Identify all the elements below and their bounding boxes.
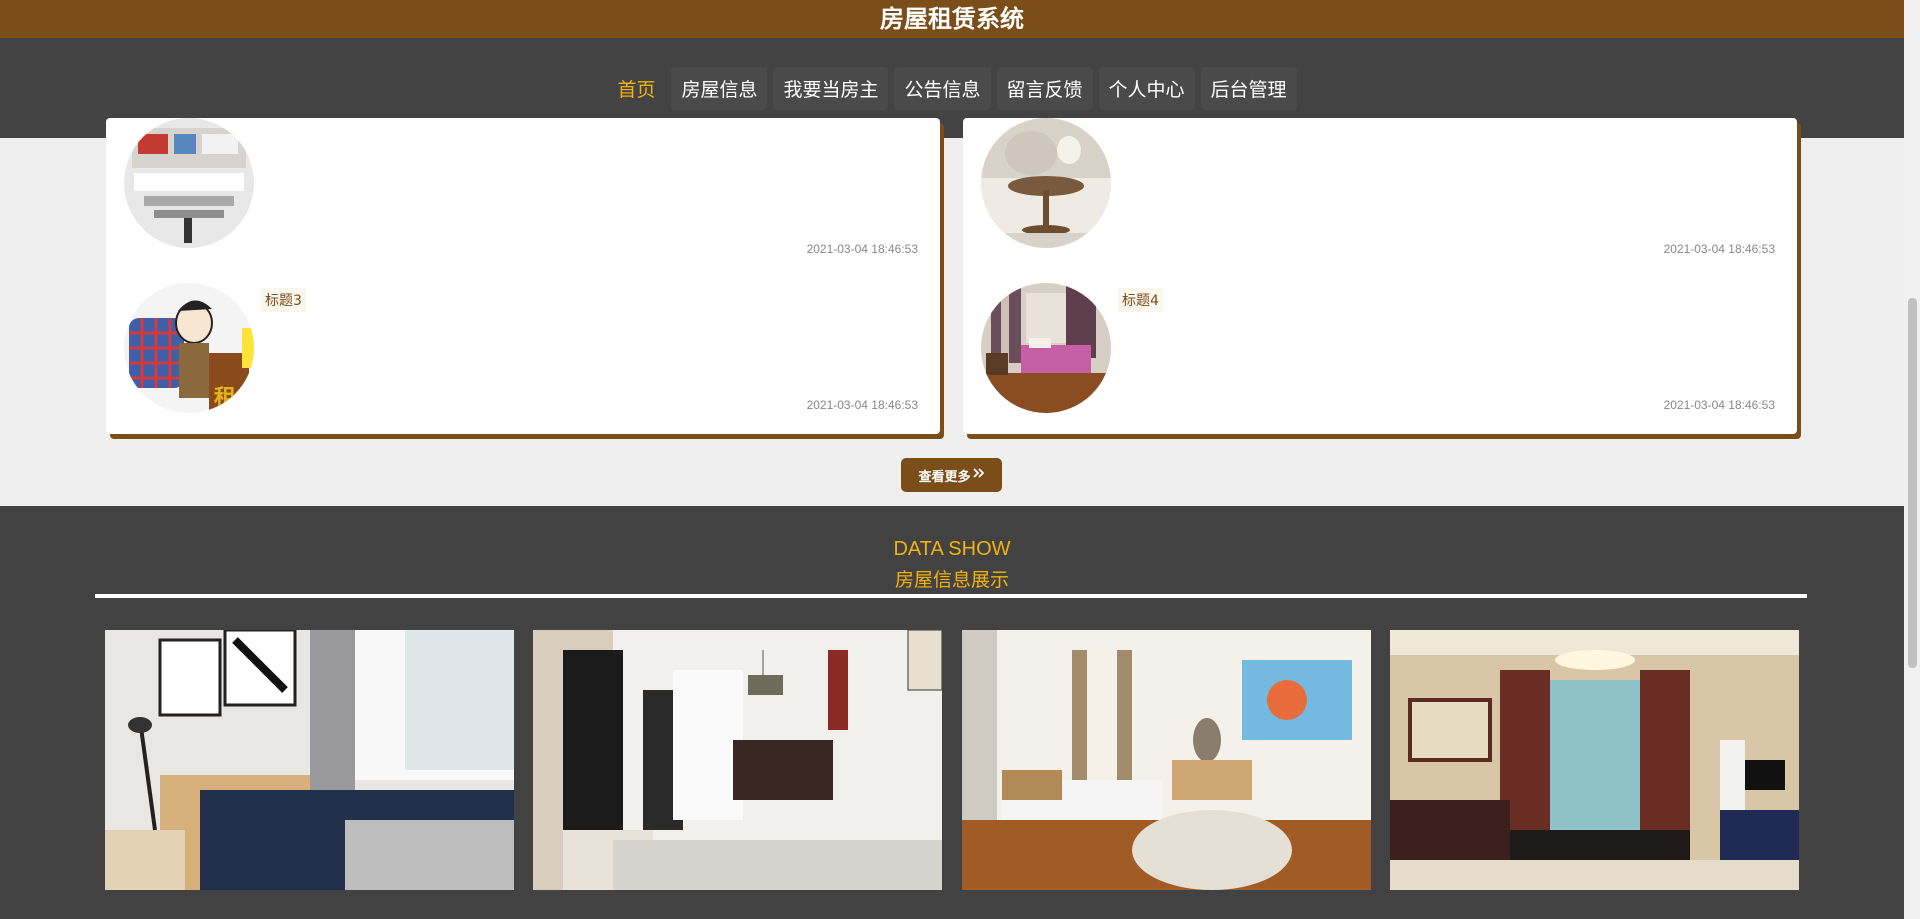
- section-divider: [95, 594, 1807, 598]
- data-show-title-en: DATA SHOW: [893, 538, 1011, 560]
- news-card[interactable]: 标题4 2021-03-04 18:46:53: [963, 263, 1797, 434]
- top-header: 房屋租赁系统: [0, 0, 1904, 38]
- nav-item-feedback[interactable]: 留言反馈: [996, 66, 1093, 110]
- news-thumbnail: 租: [124, 283, 254, 413]
- nav-item-home[interactable]: 首页: [607, 67, 665, 110]
- nav-item-notices[interactable]: 公告信息: [894, 66, 991, 110]
- double-chevron-right-icon: [972, 467, 985, 483]
- news-date: 2021-03-04 18:46:53: [806, 398, 918, 412]
- house-photo[interactable]: [105, 630, 514, 890]
- site-title: 房屋租赁系统: [880, 5, 1024, 33]
- news-card[interactable]: 2021-03-04 18:46:53: [963, 118, 1797, 278]
- news-card[interactable]: 租 标题3 2021-03-04 18:46:53: [106, 263, 940, 434]
- news-thumbnail: [981, 283, 1111, 413]
- view-more-button[interactable]: 查看更多: [901, 458, 1002, 492]
- data-show-section: DATA SHOW 房屋信息展示: [0, 506, 1904, 919]
- nav-item-houses[interactable]: 房屋信息: [671, 66, 768, 110]
- news-thumbnail: [124, 118, 254, 248]
- news-date: 2021-03-04 18:46:53: [1663, 242, 1775, 256]
- nav-item-landlord[interactable]: 我要当房主: [773, 66, 889, 110]
- news-section: 2021-03-04 18:46:53 2021-03-04 18:46:53: [0, 118, 1904, 506]
- news-thumbnail: [981, 118, 1111, 248]
- page-scrollbar[interactable]: [1904, 0, 1920, 919]
- view-more-label: 查看更多: [918, 469, 971, 485]
- news-date: 2021-03-04 18:46:53: [806, 242, 918, 256]
- news-title[interactable]: 标题4: [1118, 288, 1163, 312]
- news-title[interactable]: 标题3: [261, 288, 306, 312]
- nav-item-admin[interactable]: 后台管理: [1200, 66, 1297, 110]
- news-date: 2021-03-04 18:46:53: [1663, 398, 1775, 412]
- house-photo[interactable]: [1390, 630, 1799, 890]
- nav-item-profile[interactable]: 个人中心: [1098, 66, 1195, 110]
- svg-text:租: 租: [214, 386, 236, 411]
- data-show-title-cn: 房屋信息展示: [894, 569, 1009, 591]
- news-card[interactable]: 2021-03-04 18:46:53: [106, 118, 940, 278]
- scrollbar-thumb[interactable]: [1908, 298, 1917, 668]
- house-photo[interactable]: [962, 630, 1371, 890]
- house-photo[interactable]: [533, 630, 942, 890]
